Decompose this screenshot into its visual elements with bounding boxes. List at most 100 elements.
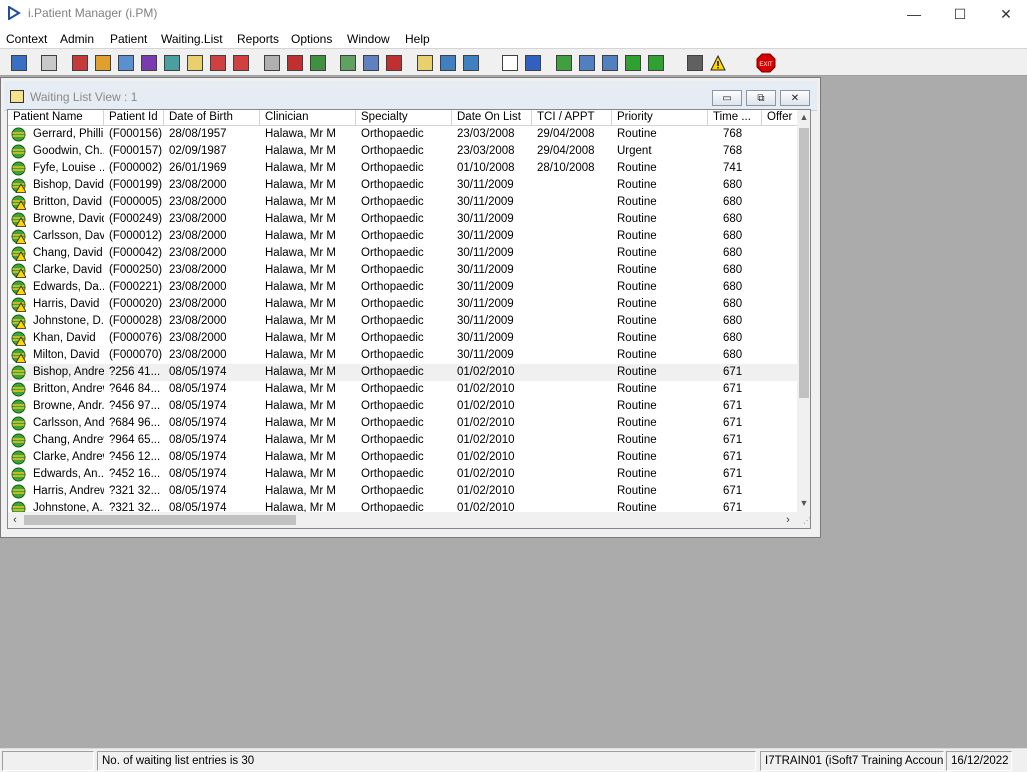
table-row[interactable]: Britton, Andrew ?646 84... 08/05/1974 Halaw… (8, 381, 798, 398)
vertical-scrollbar[interactable]: ▲ ▼ (797, 110, 810, 512)
cell-specialty: Orthopaedic (361, 196, 424, 208)
menu-context[interactable]: Context (6, 30, 47, 46)
table-row[interactable]: Bishop, David (F000199) 23/08/2000 Halawa, … (8, 177, 798, 194)
stopwatch-icon (386, 55, 402, 71)
toolbar-button-monitor[interactable] (115, 52, 137, 74)
cell-specialty: Orthopaedic (361, 162, 424, 174)
column-header-specialty[interactable]: Specialty (356, 110, 452, 126)
table-row[interactable]: Chang, David (F000042) 23/08/2000 Halawa, M… (8, 245, 798, 262)
cell-patient-name: Edwards, Da... (33, 281, 104, 293)
toolbar-button-list-down[interactable] (599, 52, 621, 74)
toolbar-button-notes[interactable] (414, 52, 436, 74)
table-row[interactable]: Fyfe, Louise ... (F000002) 26/01/1969 Halaw… (8, 160, 798, 177)
column-header-clinician[interactable]: Clinician (260, 110, 356, 126)
toolbar-button-tag-alt[interactable] (230, 52, 252, 74)
tag-icon (210, 55, 226, 71)
child-minimize-button[interactable]: ▭ (712, 90, 742, 106)
toolbar-button-report[interactable] (360, 52, 382, 74)
table-row[interactable]: Britton, David (F000005) 23/08/2000 Halawa,… (8, 194, 798, 211)
scroll-right-icon[interactable]: › (781, 513, 795, 527)
horizontal-scrollbar[interactable]: ‹ › (8, 512, 797, 528)
toolbar-button-warning[interactable] (707, 52, 729, 74)
menu-help[interactable]: Help (405, 30, 430, 46)
menu-options[interactable]: Options (291, 30, 332, 46)
cell-clinician: Halawa, Mr M (265, 230, 336, 242)
toolbar-button-bed[interactable] (437, 52, 459, 74)
table-row[interactable]: Bishop, Andrew ?256 41... 08/05/1974 Halawa… (8, 364, 798, 381)
toolbar-button-screen[interactable] (307, 52, 329, 74)
table-row[interactable]: Khan, David (F000076) 23/08/2000 Halawa, Mr… (8, 330, 798, 347)
column-header-time[interactable]: Time ... (708, 110, 762, 126)
scroll-down-icon[interactable]: ▼ (797, 496, 810, 510)
toolbar-button-bar-chart[interactable] (522, 52, 544, 74)
column-header-offer[interactable]: Offer (762, 110, 798, 126)
toolbar-button-stopwatch[interactable] (383, 52, 405, 74)
toolbar-button-patient[interactable] (460, 52, 482, 74)
toolbar-button-tag[interactable] (207, 52, 229, 74)
table-row[interactable]: Carlsson, David (F000012) 23/08/2000 Halawa… (8, 228, 798, 245)
toolbar-button-printer[interactable] (38, 52, 60, 74)
table-row[interactable]: Johnstone, A... ?321 32... 08/05/1974 Halaw… (8, 500, 798, 512)
toolbar-button-document[interactable] (337, 52, 359, 74)
column-header-priority[interactable]: Priority (612, 110, 708, 126)
vertical-scroll-thumb[interactable] (799, 128, 809, 398)
table-row[interactable]: Gerrard, Phillip (F000156) 28/08/1957 Halaw… (8, 126, 798, 143)
scroll-up-icon[interactable]: ▲ (797, 110, 810, 124)
cell-date-on-list: 30/11/2009 (457, 281, 514, 293)
table-row[interactable]: Browne, David (F000249) 23/08/2000 Halawa, … (8, 211, 798, 228)
menu-waiting-list[interactable]: Waiting.List (161, 30, 223, 46)
toolbar-button-list-check[interactable] (576, 52, 598, 74)
globe-icon (11, 365, 26, 380)
toolbar-button-swap[interactable] (684, 52, 706, 74)
table-row[interactable]: Milton, David (F000070) 23/08/2000 Halawa, … (8, 347, 798, 364)
column-header-tci-appt[interactable]: TCI / APPT (532, 110, 612, 126)
cell-specialty: Orthopaedic (361, 451, 424, 463)
toolbar-button-globe[interactable] (553, 52, 575, 74)
minimize-button[interactable]: — (891, 0, 937, 28)
menu-reports[interactable]: Reports (237, 30, 279, 46)
menu-admin[interactable]: Admin (60, 30, 94, 46)
toolbar-button-folder-open[interactable] (92, 52, 114, 74)
horizontal-scroll-thumb[interactable] (24, 515, 296, 525)
toolbar-button-refresh[interactable] (622, 52, 644, 74)
column-header-patient-name[interactable]: Patient Name (8, 110, 104, 126)
toolbar-button-refresh-alt[interactable] (645, 52, 667, 74)
scroll-left-icon[interactable]: ‹ (8, 513, 22, 527)
menu-patient[interactable]: Patient (110, 30, 147, 46)
toolbar-button-mail[interactable] (138, 52, 160, 74)
maximize-button[interactable]: ☐ (937, 0, 983, 28)
table-row[interactable]: Chang, Andrew ?964 65... 08/05/1974 Halawa,… (8, 432, 798, 449)
table-row[interactable]: Johnstone, D... (F000028) 23/08/2000 Halawa… (8, 313, 798, 330)
toolbar-button-page[interactable] (499, 52, 521, 74)
cell-date-on-list: 23/03/2008 (457, 128, 515, 140)
table-row[interactable]: Browne, Andr... ?456 97... 08/05/1974 Halaw… (8, 398, 798, 415)
column-header-date-on-list[interactable]: Date On List (452, 110, 532, 126)
table-row[interactable]: Edwards, An... ?452 16... 08/05/1974 Halawa… (8, 466, 798, 483)
close-button[interactable]: ✕ (983, 0, 1027, 28)
cell-specialty: Orthopaedic (361, 281, 424, 293)
table-row[interactable]: Edwards, Da... (F000221) 23/08/2000 Halawa,… (8, 279, 798, 296)
child-restore-button[interactable]: ⧉ (746, 90, 776, 106)
toolbar-button-doctor[interactable] (161, 52, 183, 74)
table-row[interactable]: Carlsson, And... ?684 96... 08/05/1974 Hala… (8, 415, 798, 432)
column-header-dob[interactable]: Date of Birth (164, 110, 260, 126)
column-header-patient-id[interactable]: Patient Id (104, 110, 164, 126)
table-row[interactable]: Harris, Andrew ?321 32... 08/05/1974 Halawa… (8, 483, 798, 500)
toolbar-button-book[interactable] (69, 52, 91, 74)
toolbar-button-clock[interactable] (284, 52, 306, 74)
table-row[interactable]: Goodwin, Ch... (F000157) 02/09/1987 Halawa,… (8, 143, 798, 160)
toolbar-button-user[interactable] (8, 52, 30, 74)
exit-button[interactable]: EXIT (755, 52, 777, 74)
cell-specialty: Orthopaedic (361, 298, 424, 310)
cell-patient-name: Britton, David (33, 196, 103, 208)
child-close-button[interactable]: ✕ (780, 90, 810, 106)
toolbar-button-envelope[interactable] (261, 52, 283, 74)
menu-window[interactable]: Window (347, 30, 390, 46)
resize-grip-icon[interactable]: ⋰ (797, 512, 810, 528)
swap-icon (687, 55, 703, 71)
table-row[interactable]: Clarke, Andrew ?456 12... 08/05/1974 Halawa… (8, 449, 798, 466)
table-row[interactable]: Harris, David (F000020) 23/08/2000 Halawa, … (8, 296, 798, 313)
waiting-list-grid[interactable]: Patient Name Patient Id Date of Birth Cl… (7, 109, 811, 529)
table-row[interactable]: Clarke, David (F000250) 23/08/2000 Halawa, … (8, 262, 798, 279)
toolbar-button-notepad[interactable] (184, 52, 206, 74)
